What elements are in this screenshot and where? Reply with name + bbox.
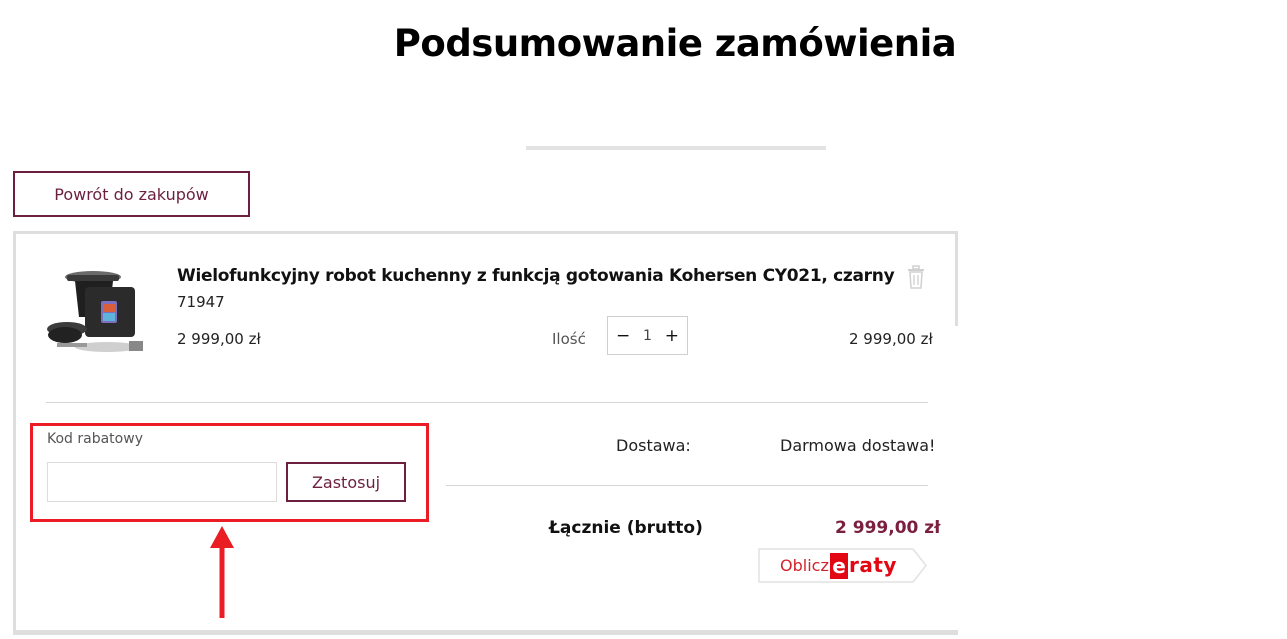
divider <box>46 402 928 403</box>
unit-price: 2 999,00 zł <box>177 330 261 348</box>
quantity-label: Ilość <box>552 330 586 348</box>
quantity-stepper: − 1 + <box>607 316 688 355</box>
cart-box-border <box>13 630 958 633</box>
page-title: Podsumowanie zamówienia <box>393 22 957 65</box>
total-value: 2 999,00 zł <box>835 518 941 538</box>
shipping-value: Darmowa dostawa! <box>780 436 936 455</box>
apply-discount-button[interactable]: Zastosuj <box>286 462 406 502</box>
shipping-label: Dostawa: <box>616 436 691 455</box>
checkout-progress-line <box>526 146 826 150</box>
product-sku: 71947 <box>177 293 225 311</box>
eraty-logo-e[interactable]: e <box>830 553 848 579</box>
line-total: 2 999,00 zł <box>849 330 933 348</box>
arrow-up-icon <box>210 526 234 618</box>
kitchen-robot-image[interactable] <box>45 265 150 360</box>
divider <box>446 485 928 486</box>
back-to-shopping-button[interactable]: Powrót do zakupów <box>13 171 250 217</box>
total-label: Łącznie (brutto) <box>549 518 703 538</box>
discount-code-input[interactable] <box>47 462 277 502</box>
eraty-prefix[interactable]: Oblicz <box>780 556 829 575</box>
eraty-logo-text[interactable]: raty <box>849 553 897 577</box>
product-name[interactable]: Wielofunkcyjny robot kuchenny z funkcją … <box>177 266 895 286</box>
trash-icon[interactable] <box>905 264 927 290</box>
cart-box-border <box>955 231 958 326</box>
quantity-value[interactable]: 1 <box>643 328 652 344</box>
increment-button[interactable]: + <box>665 326 679 346</box>
discount-code-label: Kod rabatowy <box>47 431 143 447</box>
decrement-button[interactable]: − <box>616 326 630 346</box>
